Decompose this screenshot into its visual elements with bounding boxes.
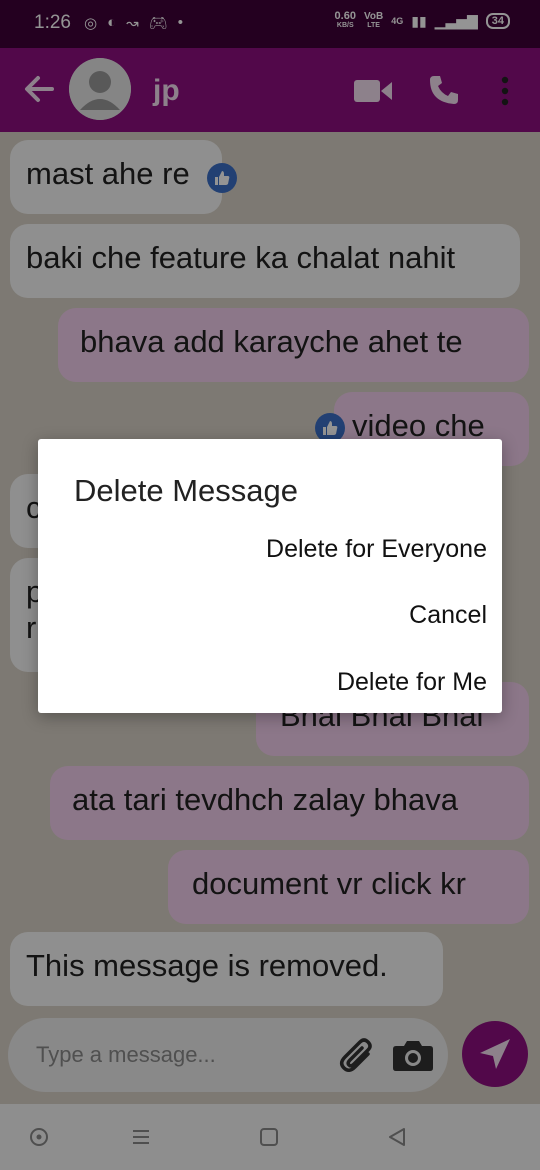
- delete-message-dialog: Delete Message Delete for Everyone Cance…: [38, 439, 502, 713]
- delete-for-me-button[interactable]: Delete for Me: [337, 668, 487, 697]
- delete-for-everyone-button[interactable]: Delete for Everyone: [266, 535, 487, 564]
- dialog-title: Delete Message: [74, 473, 299, 508]
- cancel-button[interactable]: Cancel: [409, 601, 487, 630]
